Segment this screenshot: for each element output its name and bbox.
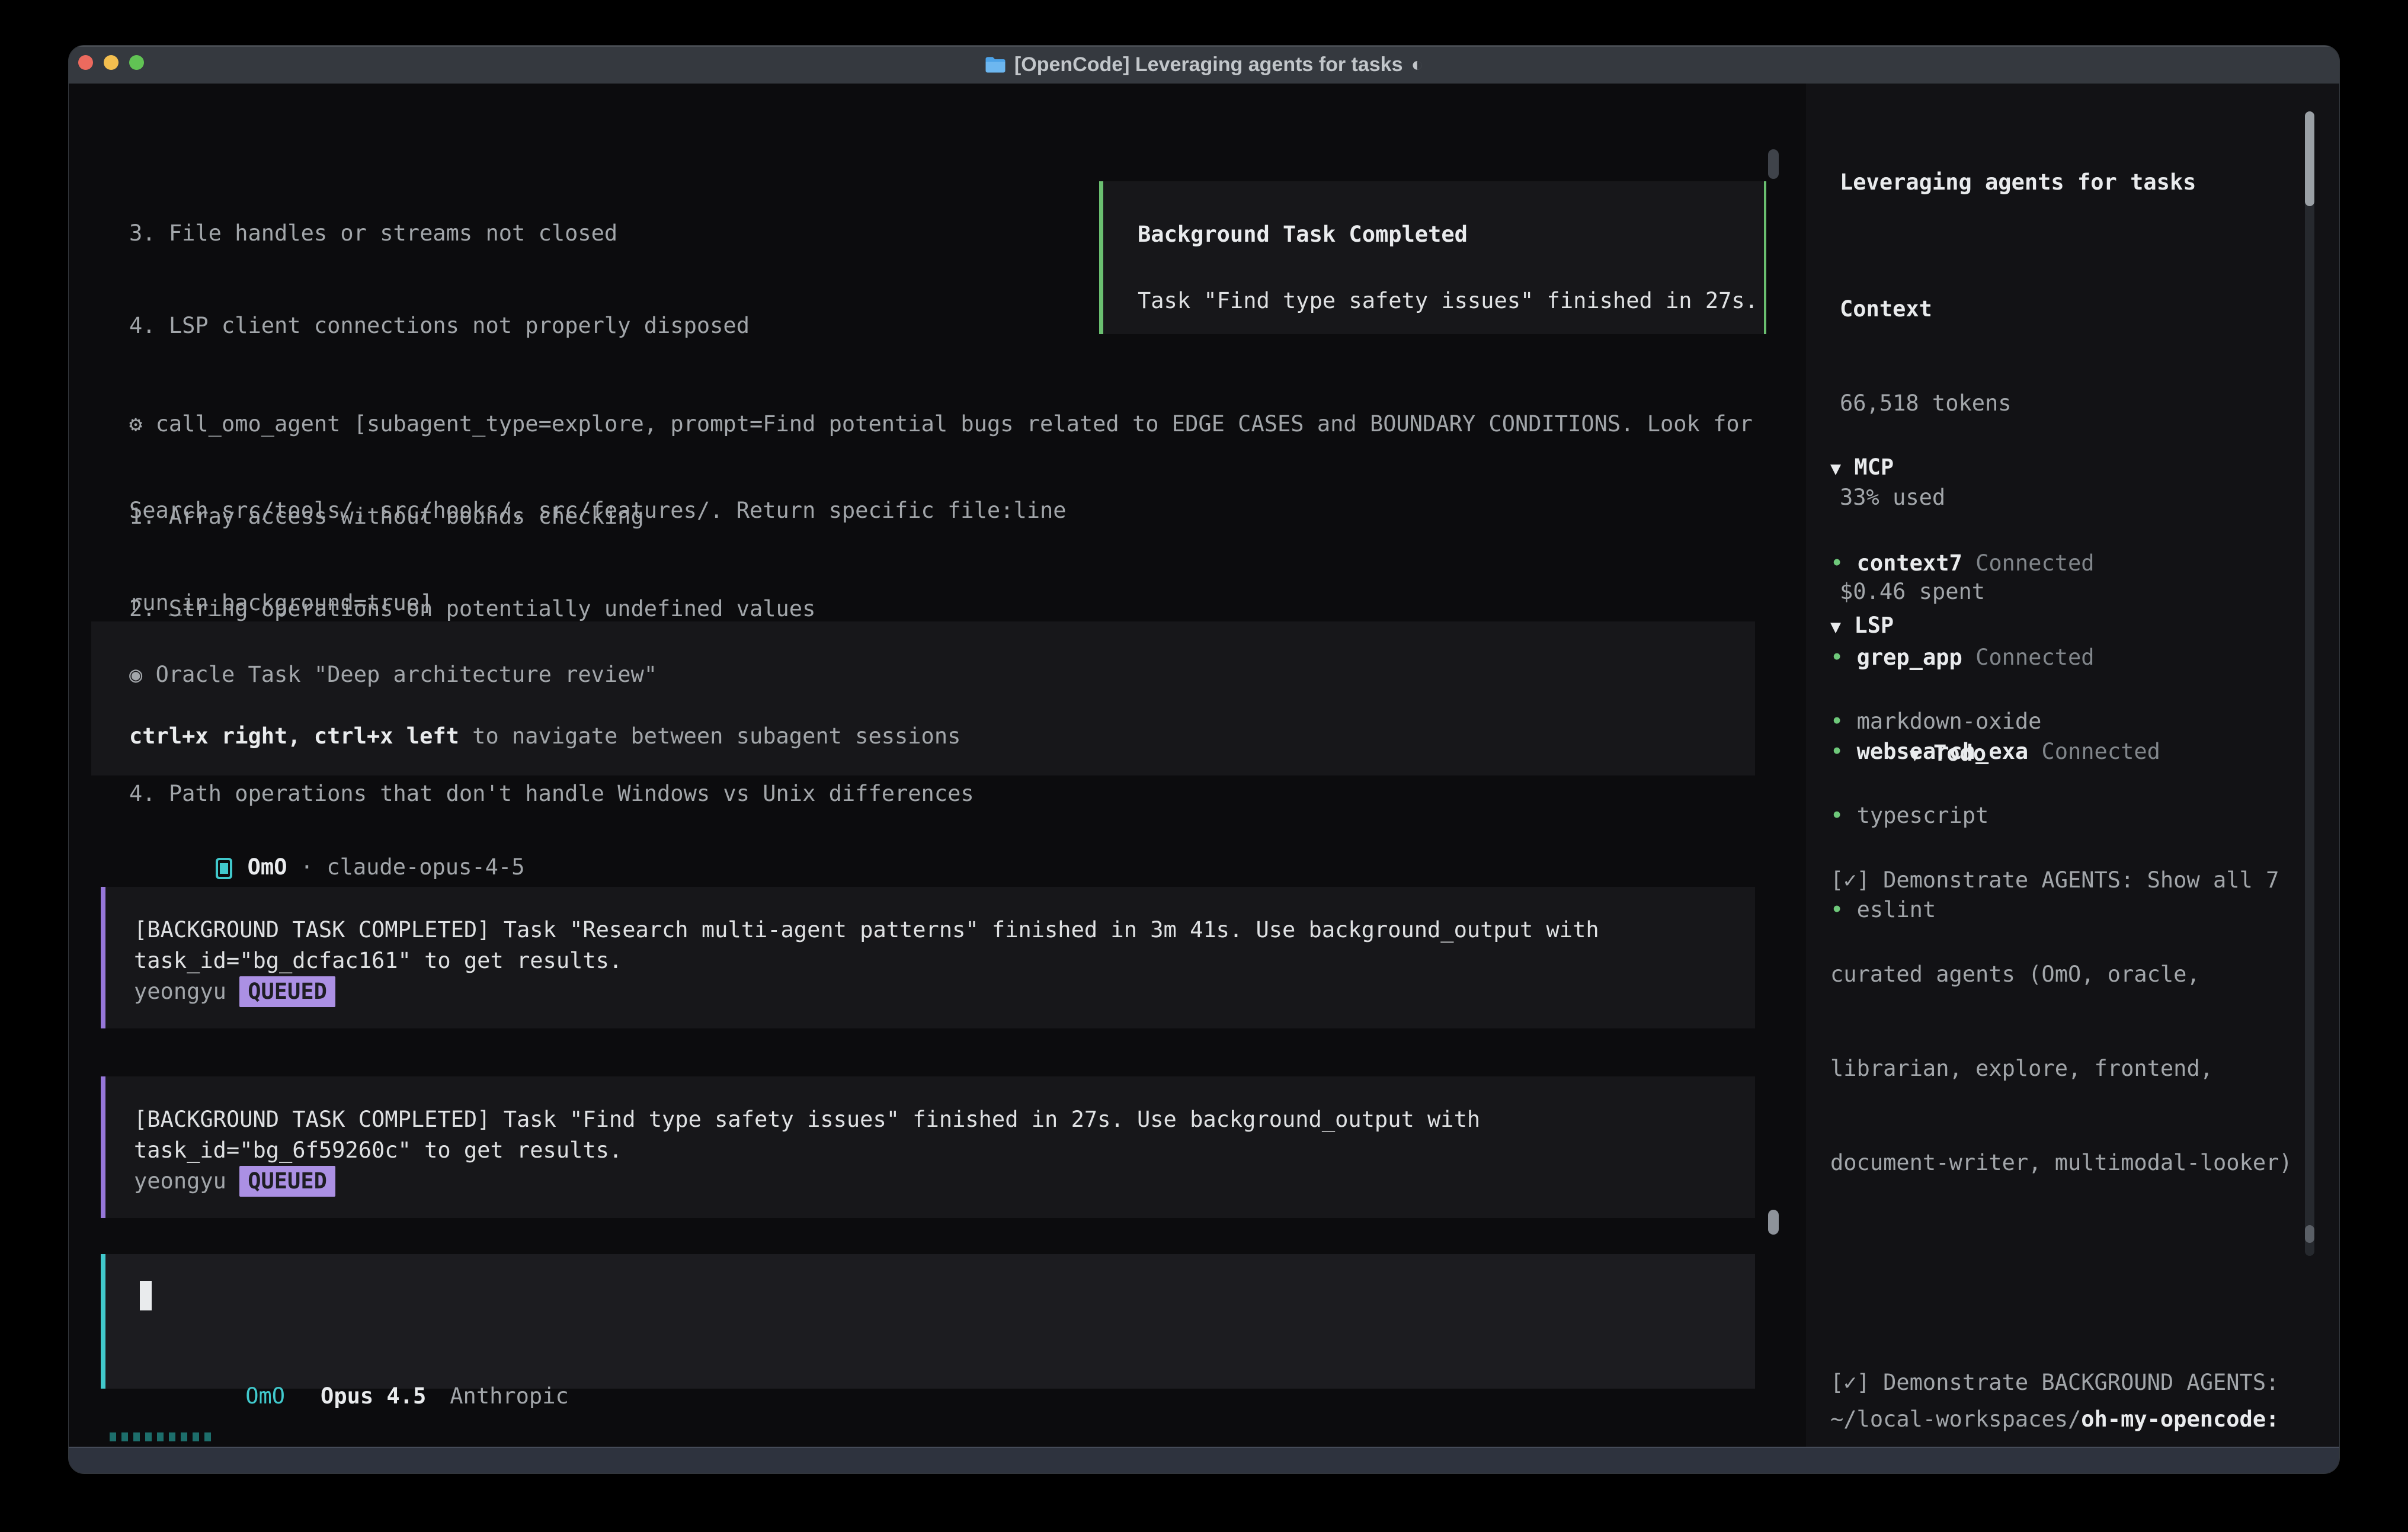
text-cursor [140,1281,152,1310]
task-user: yeongyu [134,1168,226,1194]
task-user: yeongyu [134,979,226,1004]
session-sidebar[interactable]: Leveraging agents for tasks Context 66,5… [1806,84,2339,1447]
todo-item-done: [✓] Demonstrate AGENTS: Show all 7 curat… [1830,802,2319,1241]
task-message-line: [BACKGROUND TASK COMPLETED] Task "Resear… [134,915,1755,946]
background-task-card: [BACKGROUND TASK COMPLETED] Task "Find t… [101,1076,1755,1218]
input-model-name: Opus 4.5 [321,1383,426,1409]
tool-call-line: 1. Array access without bounds checking [129,501,1753,532]
background-task-card: [BACKGROUND TASK COMPLETED] Task "Resear… [101,887,1755,1028]
subagent-nav-hint: ctrl+x right, ctrl+x left to navigate be… [129,721,960,752]
tool-call-line: 4. Path operations that don't handle Win… [129,778,1753,809]
spinner-dots [110,1432,211,1441]
status-badge: QUEUED [239,1166,335,1197]
task-message-line: [BACKGROUND TASK COMPLETED] Task "Find t… [134,1104,1755,1135]
minimize-button[interactable] [104,55,119,70]
workspace-repo: oh-my-opencode: [2081,1406,2279,1432]
sidebar-scrollbar-thumb-lower[interactable] [2305,1225,2314,1243]
chevron-down-icon: ▼ [1830,459,1841,479]
window-title: [OpenCode] Leveraging agents for tasks ◐ [985,53,1423,76]
main-scrollbar-thumb[interactable] [1768,1210,1779,1235]
window-title-text: [OpenCode] Leveraging agents for tasks [1014,53,1403,76]
separator-dot: · [300,854,313,880]
hint-keys: ctrl+x right, ctrl+x left [129,723,459,749]
sidebar-scrollbar-thumb[interactable] [2305,111,2314,206]
agent-name: OmO [248,854,287,880]
chat-scroll-area[interactable]: 3. File handles or streams not closed 4.… [69,84,1806,1447]
mcp-section-header[interactable]: ▼ MCP [1830,451,2160,485]
notification-body: Task "Find type safety issues" finished … [1138,286,1758,316]
task-message-line: task_id="bg_dcfac161" to get results. [134,946,1755,976]
window-bottom-edge [69,1447,2339,1473]
task-message-line: task_id="bg_6f59260c" to get results. [134,1135,1755,1166]
tool-call-line: ⚙ call_omo_agent [subagent_type=explore,… [129,409,1753,440]
tool-call-line: 2. String operations on potentially unde… [129,594,1753,624]
half-circle-icon: ◐ [1411,53,1424,76]
folder-icon [985,56,1006,73]
chat-line: 3. File handles or streams not closed [129,218,1067,249]
input-agent-name: OmO [245,1383,285,1409]
record-icon: ◉ [129,662,142,687]
status-badge: QUEUED [239,976,335,1007]
oracle-task-card: ◉ Oracle Task "Deep architecture review"… [91,621,1755,775]
prompt-input[interactable]: OmOOpus 4.5Anthropic [101,1254,1755,1389]
input-provider-name: Anthropic [450,1383,568,1409]
session-title: Leveraging agents for tasks [1840,166,2196,198]
zoom-button[interactable] [129,55,144,70]
background-task-notification: Background Task Completed Task "Find typ… [1099,181,1766,334]
traffic-lights [78,55,144,70]
sidebar-scrollbar-track[interactable] [2305,111,2314,1256]
titlebar: [OpenCode] Leveraging agents for tasks ◐ [69,46,2339,84]
oracle-task-title: ◉ Oracle Task "Deep architecture review" [129,659,657,690]
lsp-section-header[interactable]: ▼ LSP [1830,610,2041,643]
app-window: [OpenCode] Leveraging agents for tasks ◐… [69,46,2339,1473]
context-heading: Context [1840,293,2012,325]
main-scrollbar-thumb-top[interactable] [1768,149,1779,179]
notification-title: Background Task Completed [1138,219,1468,250]
close-button[interactable] [78,55,93,70]
chat-line: 4. LSP client connections not properly d… [129,310,1067,341]
agent-model: claude-opus-4-5 [326,854,524,880]
gear-icon: ⚙ [129,411,142,437]
chevron-down-icon: ▼ [1830,617,1841,637]
workspace-prefix: ~/local-workspaces/ [1830,1406,2081,1432]
agent-badge-icon [216,858,232,879]
spinner [110,1432,211,1444]
